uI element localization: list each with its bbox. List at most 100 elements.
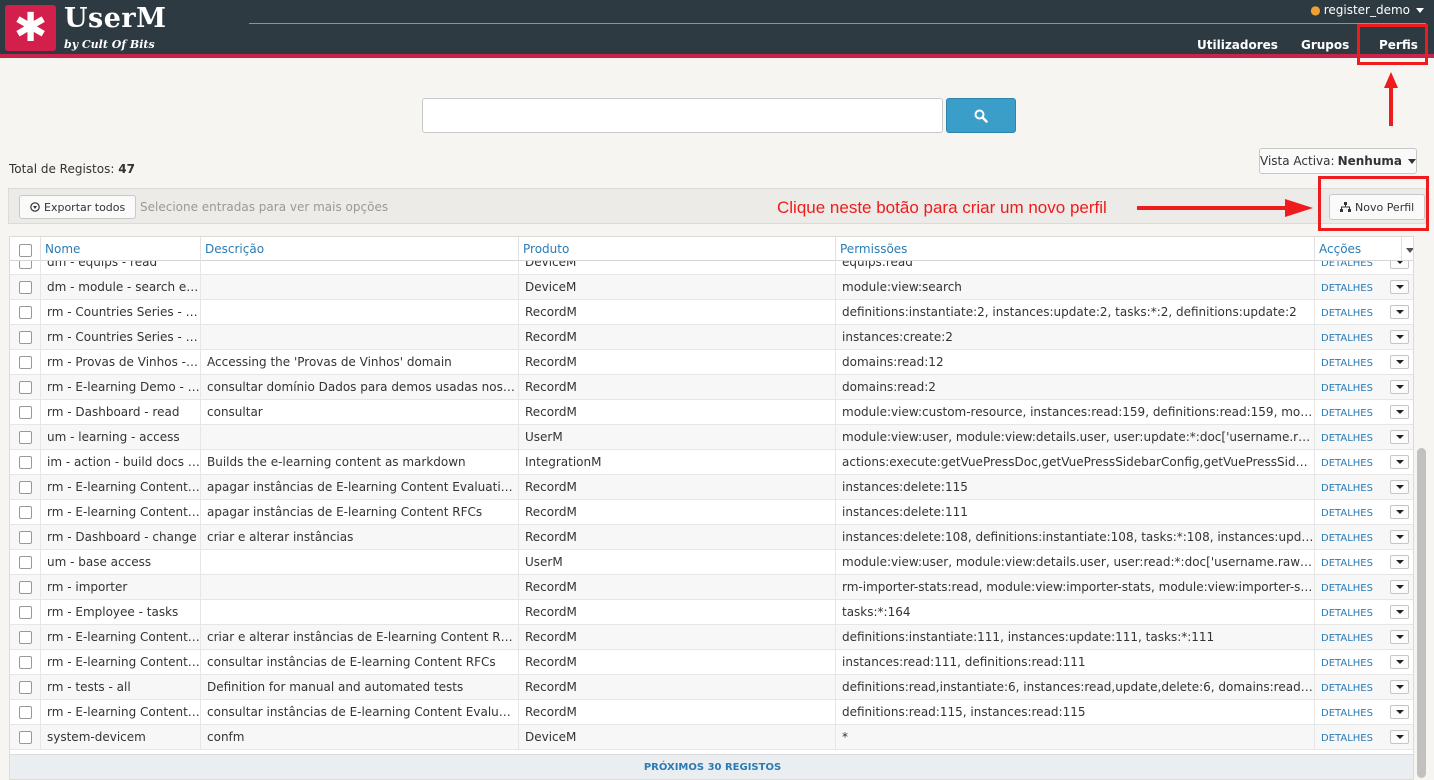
export-all-button[interactable]: Exportar todos — [19, 195, 137, 219]
row-checkbox[interactable] — [19, 631, 32, 644]
row-checkbox[interactable] — [19, 681, 32, 694]
logo-icon[interactable]: ✱ — [5, 5, 56, 51]
details-link[interactable]: DETALHES — [1321, 308, 1373, 319]
row-checkbox[interactable] — [19, 706, 32, 719]
row-actions-dropdown[interactable] — [1390, 630, 1409, 644]
column-header-nome[interactable]: Nome — [40, 237, 200, 261]
details-link[interactable]: DETALHES — [1321, 508, 1373, 519]
details-link[interactable]: DETALHES — [1321, 683, 1373, 694]
nav-grupos[interactable]: Grupos — [1301, 38, 1349, 52]
details-link[interactable]: DETALHES — [1321, 608, 1373, 619]
row-actions-dropdown[interactable] — [1390, 305, 1409, 319]
table-row[interactable]: rm - importer RecordM rm-importer-stats:re… — [10, 575, 1413, 600]
row-actions-dropdown[interactable] — [1390, 330, 1409, 344]
active-view-dropdown[interactable]: Vista Activa: Nenhuma — [1259, 148, 1417, 174]
row-checkbox[interactable] — [19, 506, 32, 519]
column-header-produto[interactable]: Produto — [518, 237, 835, 261]
row-checkbox[interactable] — [19, 281, 32, 294]
details-link[interactable]: DETALHES — [1321, 358, 1373, 369]
details-link[interactable]: DETALHES — [1321, 283, 1373, 294]
row-checkbox[interactable] — [19, 656, 32, 669]
cell-nome: system-devicem — [40, 725, 200, 750]
details-link[interactable]: DETALHES — [1321, 483, 1373, 494]
row-actions-dropdown[interactable] — [1390, 280, 1409, 294]
row-actions-dropdown[interactable] — [1390, 455, 1409, 469]
details-link[interactable]: DETALHES — [1321, 458, 1373, 469]
row-actions-dropdown[interactable] — [1390, 655, 1409, 669]
table-row[interactable]: rm - Countries Series - change RecordMdef… — [10, 300, 1413, 325]
new-profile-label: Novo Perfil — [1355, 200, 1415, 214]
details-link[interactable]: DETALHES — [1321, 633, 1373, 644]
row-actions-dropdown[interactable] — [1390, 505, 1409, 519]
cell-nome: dm - module - search equips — [40, 275, 200, 300]
column-header-accoes[interactable]: Acções — [1314, 237, 1401, 261]
details-link[interactable]: DETALHES — [1321, 733, 1373, 744]
row-checkbox[interactable] — [19, 581, 32, 594]
table-row[interactable]: rm - E-learning Content RFCs - deleteapa… — [10, 500, 1413, 525]
columns-menu[interactable] — [1401, 237, 1413, 261]
next-records-button[interactable]: PRÓXIMOS 30 REGISTOS — [10, 754, 1413, 779]
details-link[interactable]: DETALHES — [1321, 583, 1373, 594]
table-row[interactable]: rm - E-learning Content RFCs - changecri… — [10, 625, 1413, 650]
table-row[interactable]: rm - Dashboard - change criar e alterar i… — [10, 525, 1413, 550]
table-row[interactable]: rm - Employee - tasks RecordM tasks:*:164 D… — [10, 600, 1413, 625]
details-link[interactable]: DETALHES — [1321, 658, 1373, 669]
table-row[interactable]: rm - E-learning Content Evaluations - re… — [10, 700, 1413, 725]
row-checkbox[interactable] — [19, 531, 32, 544]
row-actions-dropdown[interactable] — [1390, 705, 1409, 719]
nav-utilizadores[interactable]: Utilizadores — [1197, 38, 1278, 52]
row-checkbox[interactable] — [19, 306, 32, 319]
user-menu[interactable]: ● register_demo — [1310, 3, 1424, 17]
details-link[interactable]: DETALHES — [1321, 433, 1373, 444]
table-row[interactable]: um - learning - access UserM module:view:u… — [10, 425, 1413, 450]
column-header-descricao[interactable]: Descrição — [200, 237, 518, 261]
search-input[interactable] — [422, 98, 943, 133]
select-all-checkbox[interactable] — [19, 244, 32, 257]
details-link[interactable]: DETALHES — [1321, 383, 1373, 394]
row-checkbox[interactable] — [19, 381, 32, 394]
table-row[interactable]: system-devicem confm DeviceM * DETALHES — [10, 725, 1413, 750]
table-row[interactable]: rm - tests - all Definition for manual an… — [10, 675, 1413, 700]
brand-name: UserM — [64, 3, 167, 34]
table-row[interactable]: rm - E-learning Demo - domainconsultar d… — [10, 375, 1413, 400]
column-header-permissoes[interactable]: Permissões — [835, 237, 1314, 261]
details-link[interactable]: DETALHES — [1321, 333, 1373, 344]
row-actions-dropdown[interactable] — [1390, 480, 1409, 494]
table-row[interactable]: um - base access UserM module:view:user, m… — [10, 550, 1413, 575]
row-checkbox[interactable] — [19, 606, 32, 619]
row-checkbox[interactable] — [19, 556, 32, 569]
row-checkbox[interactable] — [19, 456, 32, 469]
row-actions-dropdown[interactable] — [1390, 680, 1409, 694]
table-row[interactable]: rm - E-learning Content RFCs - readconsu… — [10, 650, 1413, 675]
row-actions-dropdown[interactable] — [1390, 580, 1409, 594]
row-checkbox[interactable] — [19, 406, 32, 419]
table-row[interactable]: rm - E-learning Content Evaluations - de… — [10, 475, 1413, 500]
details-link[interactable]: DETALHES — [1321, 533, 1373, 544]
details-link[interactable]: DETALHES — [1321, 408, 1373, 419]
cell-descricao — [200, 425, 518, 450]
table-row[interactable]: rm - Countries Series - create RecordMins… — [10, 325, 1413, 350]
row-actions-dropdown[interactable] — [1390, 355, 1409, 369]
table-row[interactable]: dm - module - search equips DeviceMmodule… — [10, 275, 1413, 300]
details-link[interactable]: DETALHES — [1321, 558, 1373, 569]
row-checkbox[interactable] — [19, 331, 32, 344]
row-checkbox[interactable] — [19, 731, 32, 744]
table-row[interactable]: im - action - build docs markdownBuilds … — [10, 450, 1413, 475]
row-actions-dropdown[interactable] — [1390, 605, 1409, 619]
row-checkbox[interactable] — [19, 431, 32, 444]
details-link[interactable]: DETALHES — [1321, 708, 1373, 719]
cell-nome: rm - Countries Series - create — [40, 325, 200, 350]
row-checkbox[interactable] — [19, 356, 32, 369]
row-checkbox[interactable] — [19, 481, 32, 494]
table-row[interactable]: rm - Dashboard - read consultar RecordM mod… — [10, 400, 1413, 425]
row-actions-dropdown[interactable] — [1390, 530, 1409, 544]
row-actions-dropdown[interactable] — [1390, 430, 1409, 444]
table-row[interactable]: rm - Provas de Vinhos - domainAccessing … — [10, 350, 1413, 375]
row-actions-dropdown[interactable] — [1390, 405, 1409, 419]
row-actions-dropdown[interactable] — [1390, 380, 1409, 394]
table-scrollbar[interactable] — [1417, 448, 1426, 778]
search-button[interactable] — [946, 98, 1016, 133]
row-actions-dropdown[interactable] — [1390, 555, 1409, 569]
new-profile-button[interactable]: Novo Perfil — [1329, 194, 1426, 220]
row-actions-dropdown[interactable] — [1390, 730, 1409, 744]
